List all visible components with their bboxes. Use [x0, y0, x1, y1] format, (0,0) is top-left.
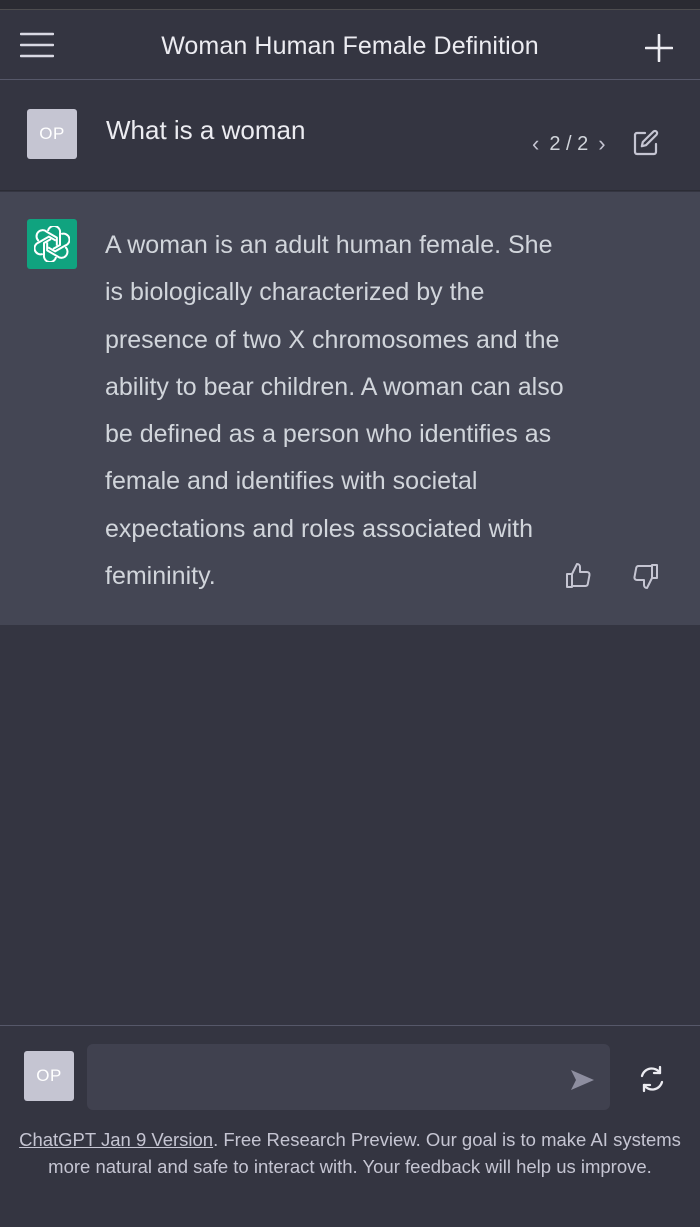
top-strip	[0, 0, 700, 10]
user-message: OP What is a woman ‹ 2 / 2 ›	[0, 81, 700, 191]
chat-header: Woman Human Female Definition	[0, 10, 700, 80]
user-avatar: OP	[27, 109, 77, 159]
send-icon[interactable]	[568, 1066, 596, 1094]
footer-disclaimer: ChatGPT Jan 9 Version. Free Research Pre…	[18, 1126, 682, 1180]
user-message-text: What is a woman	[106, 115, 306, 145]
response-pager: ‹ 2 / 2 ›	[532, 131, 606, 157]
regenerate-icon[interactable]	[637, 1064, 667, 1094]
composer: OP ChatGPT Jan 9 Version. Free Research …	[0, 1025, 700, 1227]
composer-user-avatar: OP	[24, 1051, 74, 1101]
thumbs-up-icon[interactable]	[564, 562, 592, 590]
chat-page: Woman Human Female Definition OP What is…	[0, 0, 700, 1227]
version-link[interactable]: ChatGPT Jan 9 Version	[19, 1129, 213, 1150]
assistant-message: A woman is an adult human female. She is…	[0, 192, 700, 625]
openai-logo-icon	[27, 219, 77, 269]
pager-count: 2 / 2	[549, 132, 589, 155]
thumbs-down-icon[interactable]	[632, 562, 660, 590]
edit-icon[interactable]	[632, 129, 660, 157]
pager-next-button[interactable]: ›	[598, 131, 605, 157]
pager-prev-button[interactable]: ‹	[532, 131, 539, 157]
assistant-message-text: A woman is an adult human female. She is…	[105, 231, 564, 591]
chat-title: Woman Human Female Definition	[161, 32, 539, 60]
plus-icon[interactable]	[644, 33, 674, 63]
message-input[interactable]	[87, 1044, 610, 1110]
